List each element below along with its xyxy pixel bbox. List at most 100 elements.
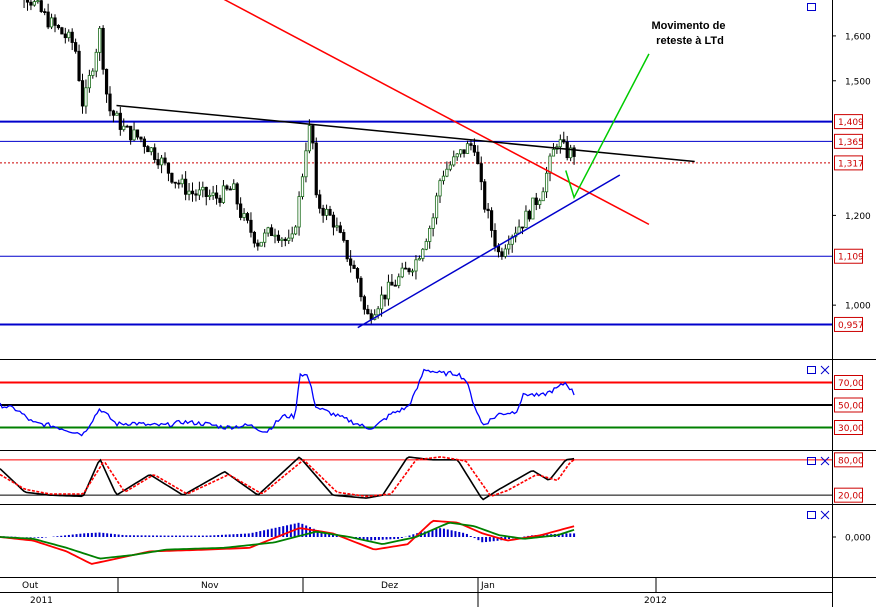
candle-body bbox=[448, 164, 452, 170]
candle-body bbox=[342, 232, 346, 241]
candle-body bbox=[349, 258, 353, 266]
candle-body bbox=[201, 186, 205, 191]
candle-body bbox=[91, 70, 95, 76]
candle-body bbox=[527, 210, 531, 220]
y-tick-label: 1,200 bbox=[845, 212, 871, 222]
candle-body bbox=[283, 238, 287, 241]
candle-body bbox=[352, 264, 356, 269]
y-tick-label: 1,500 bbox=[845, 77, 871, 87]
candle-body bbox=[194, 193, 198, 196]
candle-body bbox=[218, 197, 222, 203]
candle-body bbox=[393, 284, 397, 287]
candle-body bbox=[410, 270, 415, 273]
candles bbox=[23, 0, 576, 324]
candle-body bbox=[142, 138, 146, 147]
candle-body bbox=[280, 238, 284, 241]
candle-body bbox=[94, 51, 98, 72]
candle-body bbox=[249, 219, 253, 233]
candle-body bbox=[245, 213, 250, 221]
annotation-line-1: Movimento de bbox=[651, 20, 725, 32]
candle-body bbox=[259, 241, 263, 247]
candle-body bbox=[252, 231, 256, 244]
maximize-icon[interactable] bbox=[807, 3, 816, 11]
candle-body bbox=[36, 0, 40, 3]
panel-controls[interactable] bbox=[807, 3, 830, 520]
annotation-line-2: reteste à LTd bbox=[656, 35, 724, 47]
candle-body bbox=[297, 196, 301, 228]
candle-body bbox=[541, 191, 545, 202]
price-level-label: 1,409 bbox=[838, 118, 864, 128]
candle-body bbox=[424, 241, 428, 250]
price-panel: 1,600 1,500 1,200 1,000 1,409 1,365 1,317 1,109… bbox=[0, 0, 871, 332]
candle-body bbox=[129, 125, 133, 141]
candle-body bbox=[125, 125, 129, 128]
candle-body bbox=[211, 192, 215, 196]
price-level-label: 0,957 bbox=[838, 321, 864, 331]
candle-body bbox=[184, 178, 188, 195]
candle-body bbox=[101, 27, 105, 70]
candle-body bbox=[60, 27, 64, 35]
price-level-label: 1,317 bbox=[838, 159, 864, 169]
candle-body bbox=[314, 142, 318, 196]
close-icon[interactable] bbox=[820, 510, 830, 520]
candle-body bbox=[465, 143, 470, 154]
trendline-ltd bbox=[223, 0, 650, 226]
candle-body bbox=[366, 308, 370, 315]
candle-body bbox=[228, 188, 232, 191]
candle-body bbox=[111, 110, 116, 116]
candle-body bbox=[431, 217, 435, 229]
price-level-label: 1,365 bbox=[838, 138, 864, 148]
candle-body bbox=[476, 151, 480, 165]
candle-body bbox=[74, 42, 78, 52]
candle-body bbox=[263, 232, 267, 243]
candle-body bbox=[459, 149, 463, 155]
candle-body bbox=[338, 225, 342, 233]
candle-body bbox=[118, 112, 122, 130]
candle-body bbox=[32, 1, 36, 6]
candle-body bbox=[493, 230, 497, 247]
candle-body bbox=[153, 147, 157, 160]
candle-body bbox=[139, 136, 143, 140]
candle-body bbox=[300, 176, 305, 197]
candle-body bbox=[318, 194, 322, 209]
candle-body bbox=[70, 31, 74, 43]
close-icon[interactable] bbox=[820, 456, 830, 466]
month-label: Out bbox=[22, 581, 39, 591]
candle-body bbox=[331, 214, 336, 228]
candle-body bbox=[221, 185, 226, 203]
maximize-icon[interactable] bbox=[807, 366, 816, 374]
candle-body bbox=[383, 294, 387, 300]
candle-body bbox=[548, 155, 552, 174]
candle-body bbox=[304, 150, 308, 178]
candle-body bbox=[67, 31, 71, 39]
x-axis: Out Nov Dez Jan 2011 2012 bbox=[0, 577, 832, 607]
candle-body bbox=[544, 172, 549, 193]
candle-body bbox=[256, 242, 260, 247]
candle-body bbox=[290, 233, 294, 239]
candle-body bbox=[486, 208, 490, 212]
candle-body bbox=[328, 208, 332, 216]
stoch-level-label: 20,00 bbox=[838, 492, 864, 502]
y-tick-label: 1,600 bbox=[845, 32, 871, 42]
candle-body bbox=[379, 294, 384, 310]
candle-body bbox=[273, 234, 277, 237]
rsi-panel: 70,00 50,00 30,00 bbox=[0, 368, 864, 437]
candle-body bbox=[414, 259, 418, 272]
candle-body bbox=[438, 180, 442, 197]
close-icon[interactable] bbox=[820, 365, 830, 375]
candle-body bbox=[417, 258, 421, 261]
trading-chart: 1,600 1,500 1,200 1,000 1,409 1,365 1,317 1,109… bbox=[0, 0, 876, 607]
year-label: 2011 bbox=[30, 596, 53, 606]
candle-body bbox=[56, 24, 61, 29]
candle-body bbox=[345, 239, 349, 260]
candle-body bbox=[159, 157, 164, 166]
candle-body bbox=[421, 248, 425, 259]
candle-body bbox=[362, 296, 366, 310]
maximize-icon[interactable] bbox=[807, 457, 816, 465]
candle-body bbox=[531, 197, 535, 220]
maximize-icon[interactable] bbox=[807, 511, 816, 519]
rsi-line bbox=[0, 368, 575, 437]
candle-body bbox=[479, 163, 483, 183]
panel-frames bbox=[0, 0, 876, 607]
candle-body bbox=[434, 195, 439, 219]
